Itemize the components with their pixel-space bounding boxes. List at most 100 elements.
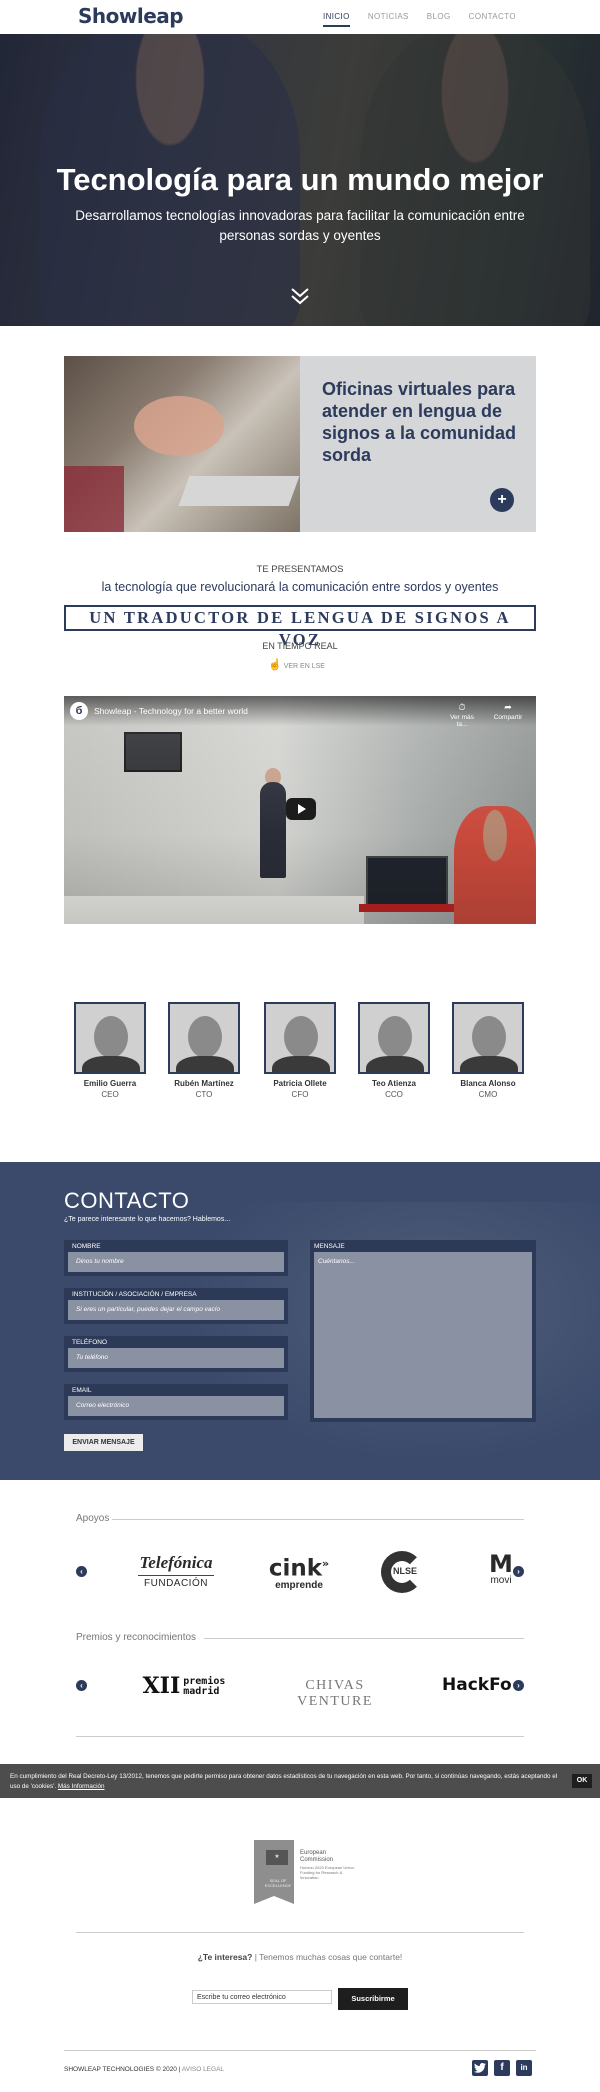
present-kicker: TE PRESENTAMOS	[256, 564, 344, 575]
member-role: CFO	[291, 1090, 309, 1099]
chivas-venture-logo[interactable]: CHIVAS VENTURE	[275, 1678, 395, 1710]
nav-link-blog[interactable]: BLOG	[427, 12, 451, 27]
name-field: NOMBRE Dinos tu nombre	[64, 1240, 288, 1276]
seal-badge: ★ SEAL OF EXCELLENCE	[254, 1840, 294, 1904]
present-line: la tecnología que revolucionará la comun…	[101, 580, 499, 594]
subscribe-button[interactable]: Suscribirme	[338, 1988, 408, 2010]
team-member: Blanca Alonso CMO	[452, 1002, 524, 1099]
field-label: MENSAJE	[314, 1243, 345, 1250]
member-name: Emilio Guerra	[83, 1079, 137, 1088]
eu-flag-icon: ★	[266, 1850, 288, 1865]
member-role: CEO	[101, 1090, 119, 1099]
watch-later-button[interactable]: ⏱ Ver más ta...	[444, 702, 480, 728]
cookie-text: En cumplimiento del Real Decreto-Ley 13/…	[10, 1773, 558, 1790]
top-navigation: Showleap INICIO NOTICIAS BLOG CONTACTO	[0, 0, 600, 34]
share-button[interactable]: ➦ Compartir	[490, 702, 526, 721]
member-name: Patricia Ollete	[273, 1079, 327, 1088]
cookie-ok-button[interactable]: OK	[572, 1774, 592, 1788]
translator-headline: UN TRADUCTOR DE LENGUA DE SIGNOS A VOZ	[64, 605, 536, 649]
view-in-lse-link[interactable]: ☝ VER EN LSE	[268, 658, 325, 671]
hero-subtitle: Desarrollamos tecnologías innovadoras pa…	[75, 208, 525, 243]
member-role: CTO	[195, 1090, 213, 1099]
avatar	[358, 1002, 430, 1074]
message-field: MENSAJE Cuéntanos...	[310, 1240, 536, 1422]
play-icon[interactable]	[286, 798, 316, 820]
newsletter-email-input[interactable]: Escribe tu correo electrónico	[192, 1990, 332, 2004]
avatar	[74, 1002, 146, 1074]
avatar	[264, 1002, 336, 1074]
organization-input[interactable]: Si eres un particular, puedes dejar el c…	[68, 1300, 284, 1320]
showleap-logo[interactable]: Showleap	[78, 4, 184, 28]
telefonica-logo[interactable]: Telefónica FUNDACIÓN	[138, 1553, 214, 1589]
section-divider	[76, 1736, 524, 1737]
field-label: NOMBRE	[64, 1240, 288, 1252]
field-label: EMAIL	[64, 1384, 288, 1396]
chevron-right-icon[interactable]: ›	[513, 1566, 524, 1577]
realtime-label: EN TIEMPO REAL	[262, 641, 338, 651]
double-chevron-down-icon[interactable]	[288, 286, 312, 310]
hero-banner: Tecnología para un mundo mejor Desarroll…	[0, 34, 600, 326]
channel-logo-icon[interactable]: б	[70, 702, 88, 720]
feature-title: Oficinas virtuales para atender en lengu…	[322, 379, 517, 465]
section-divider	[76, 1932, 524, 1933]
awards-heading: Premios y reconocimientos	[76, 1632, 524, 1643]
pointing-hand-icon: ☝	[268, 659, 282, 671]
email-input[interactable]: Correo electrónico	[68, 1396, 284, 1416]
contact-subtitle: ¿Te parece interesante lo que hacemos? H…	[64, 1216, 231, 1223]
plus-icon[interactable]: +	[490, 488, 514, 512]
cink-emprende-logo[interactable]: cink» emprende	[262, 1553, 336, 1591]
nav-link-inicio[interactable]: INICIO	[322, 12, 350, 27]
legal-notice-link[interactable]: AVISO LEGAL	[182, 2066, 224, 2073]
message-textarea[interactable]: Cuéntanos...	[314, 1252, 532, 1418]
team-member: Rubén Martínez CTO	[168, 1002, 240, 1099]
nav-links: INICIO NOTICIAS BLOG CONTACTO	[322, 12, 516, 27]
name-input[interactable]: Dinos tu nombre	[68, 1252, 284, 1272]
twitter-icon[interactable]	[472, 2060, 488, 2076]
contact-title: CONTACTO	[64, 1188, 190, 1213]
video-title[interactable]: Showleap - Technology for a better world	[94, 706, 248, 716]
movistar-logo[interactable]: M movi	[486, 1553, 516, 1586]
premios-madrid-logo[interactable]: XII premios madrid	[134, 1673, 234, 1699]
chevron-right-icon[interactable]: ›	[513, 1680, 524, 1691]
field-label: INSTITUCIÓN / ASOCIACIÓN / EMPRESA	[64, 1288, 288, 1300]
avatar	[452, 1002, 524, 1074]
nlse-logo[interactable]: NLSE	[381, 1551, 429, 1595]
organization-field: INSTITUCIÓN / ASOCIACIÓN / EMPRESA Si er…	[64, 1288, 288, 1324]
send-message-button[interactable]: ENVIAR MENSAJE	[64, 1434, 143, 1451]
team-member: Teo Atienza CCO	[358, 1002, 430, 1099]
more-info-link[interactable]: Más Información	[58, 1783, 105, 1790]
avatar	[168, 1002, 240, 1074]
hackfor-logo[interactable]: HackFor	[442, 1675, 512, 1695]
phone-field: TELÉFONO Tu teléfono	[64, 1336, 288, 1372]
feature-card: Oficinas virtuales para atender en lengu…	[64, 356, 536, 532]
eu-commission-label: European Commission Horizon 2020 Europea…	[300, 1850, 354, 1880]
member-name: Teo Atienza	[371, 1079, 416, 1088]
contact-section: CONTACTO ¿Te parece interesante lo que h…	[0, 1162, 600, 1480]
feature-text-panel: Oficinas virtuales para atender en lengu…	[300, 356, 536, 532]
eu-seal-of-excellence: ★ SEAL OF EXCELLENCE European Commission…	[250, 1838, 354, 1904]
phone-input[interactable]: Tu teléfono	[68, 1348, 284, 1368]
footer-divider	[64, 2050, 536, 2051]
supports-heading: Apoyos	[76, 1513, 524, 1524]
nav-link-noticias[interactable]: NOTICIAS	[368, 12, 409, 27]
youtube-video-player[interactable]: б Showleap - Technology for a better wor…	[64, 696, 536, 924]
nav-link-contacto[interactable]: CONTACTO	[469, 12, 516, 27]
newsletter-prompt: ¿Te interesa? | Tenemos muchas cosas que…	[197, 1952, 403, 1962]
team-section: Emilio Guerra CEO Rubén Martínez CTO Pat…	[74, 1002, 526, 1102]
hero-title: Tecnología para un mundo mejor	[56, 162, 544, 197]
chevron-left-icon[interactable]: ‹	[76, 1680, 87, 1691]
facebook-icon[interactable]: f	[494, 2060, 510, 2076]
member-name: Rubén Martínez	[174, 1079, 234, 1088]
footer-copyright: SHOWLEAP TECHNOLOGIES © 2020 | AVISO LEG…	[64, 2066, 225, 2073]
linkedin-icon[interactable]: in	[516, 2060, 532, 2076]
share-arrow-icon: ➦	[504, 702, 512, 712]
team-member: Emilio Guerra CEO	[74, 1002, 146, 1099]
email-field: EMAIL Correo electrónico	[64, 1384, 288, 1420]
member-name: Blanca Alonso	[460, 1079, 516, 1088]
member-role: CCO	[385, 1090, 403, 1099]
clock-icon: ⏱	[458, 702, 466, 712]
team-member: Patricia Ollete CFO	[264, 1002, 336, 1099]
chevron-left-icon[interactable]: ‹	[76, 1566, 87, 1577]
cookie-banner: En cumplimiento del Real Decreto-Ley 13/…	[0, 1764, 600, 1798]
field-label: TELÉFONO	[64, 1336, 288, 1348]
